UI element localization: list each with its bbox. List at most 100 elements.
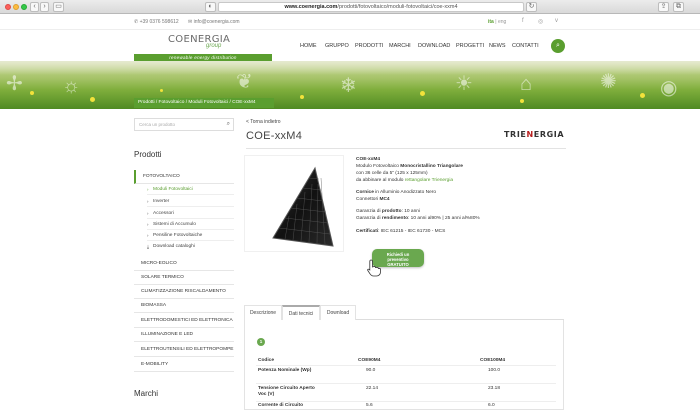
search-icon[interactable]: ⌕ xyxy=(551,39,565,53)
lang-eng[interactable]: eng xyxy=(498,19,506,25)
chevron-right-icon: › xyxy=(147,199,149,204)
forward-arrow-icon[interactable]: › xyxy=(40,2,49,12)
sidebar-sub-moduli[interactable]: › Moduli Fotovoltaici xyxy=(147,184,234,195)
sidebar-item-e-mobility[interactable]: E-MOBILITY xyxy=(134,358,234,372)
sidebar-item-fotovoltaico[interactable]: FOTOVOLTAICO xyxy=(134,170,234,184)
brand-part: TRIE xyxy=(504,130,527,139)
nav-gruppo[interactable]: GRUPPO xyxy=(325,43,349,49)
desc-text: in Alluminio Anodizzato Nero xyxy=(373,190,437,195)
reload-icon[interactable]: ↻ xyxy=(526,2,537,12)
url-path: /prodotti/fotovoltaico/moduli-fotovoltai… xyxy=(337,4,458,10)
logo-group: group xyxy=(206,43,222,49)
email-text: info@coenergia.com xyxy=(193,19,240,25)
sidebar-item-micro-eolico[interactable]: MICRO-EOLICO xyxy=(134,257,234,271)
hero-banner: ✢ ☼ ❦ ❄ ☀ ⌂ ✺ ◉ xyxy=(0,61,700,109)
nav-news[interactable]: NEWS xyxy=(489,43,506,49)
minimize-window-button[interactable] xyxy=(13,4,19,10)
row-value-1: 90.0 xyxy=(366,368,376,373)
brand-part: ERGIA xyxy=(533,130,565,139)
row-value-1: 5.6 xyxy=(366,403,373,408)
lang-ita[interactable]: ita xyxy=(488,19,494,25)
tabs-overview-icon[interactable]: ⧉ xyxy=(673,2,684,12)
desc-text: Garanzia di xyxy=(356,209,382,214)
sidebar-sub-pensiline[interactable]: › Pensiline Fotovoltaiche xyxy=(147,230,234,241)
sidebar-sub-download[interactable]: ⤓ Download cataloghi xyxy=(147,241,234,252)
nav-home[interactable]: HOME xyxy=(300,43,317,49)
search-icon[interactable]: ⌕ xyxy=(227,119,230,130)
top-info-bar: ✆ +39 0376 598612 ✉ info@coenergia.com i… xyxy=(0,14,700,30)
flower-decoration xyxy=(640,93,645,98)
tab-dati-tecnici[interactable]: Dati tecnici xyxy=(282,305,320,320)
flower-decoration xyxy=(520,99,524,103)
chevron-right-icon: › xyxy=(147,222,149,227)
flower-decoration xyxy=(160,89,163,92)
email-link[interactable]: ✉ info@coenergia.com xyxy=(188,19,240,25)
sidebar-sub-accessori[interactable]: › Accessori xyxy=(147,208,234,219)
trienergia-logo: TRIENERGIA xyxy=(504,130,566,142)
chevron-right-icon: › xyxy=(147,211,149,216)
sidebar-toggle-icon[interactable]: ▭ xyxy=(53,2,64,12)
lang-separator: | xyxy=(495,19,497,25)
chevron-right-icon: › xyxy=(147,187,149,192)
desc-text: Modulo Fotovoltaico xyxy=(356,164,401,169)
phone-number[interactable]: ✆ +39 0376 598612 xyxy=(134,19,179,25)
zoom-window-button[interactable] xyxy=(21,4,27,10)
house-icon: ⌂ xyxy=(520,73,533,95)
desc-line3: da abbinare al modulo rettangolare Trien… xyxy=(356,178,453,183)
sidebar-item-climatizzazione[interactable]: CLIMATIZZAZIONE RISCALDAMENTO xyxy=(134,285,234,299)
desc-connettori: Connettori MC4 xyxy=(356,197,390,202)
vimeo-icon[interactable]: v xyxy=(555,18,558,24)
sidebar-item-biomassa[interactable]: BIOMASSA xyxy=(134,299,234,313)
sidebar-item-elettrodomestici[interactable]: ELETTRODOMESTICI ED ELETTRONICA xyxy=(134,314,234,328)
back-arrow-icon[interactable]: ‹ xyxy=(30,2,39,12)
share-icon[interactable]: ⇪ xyxy=(658,2,669,12)
desc-bold: Monocristallino Triangolare xyxy=(400,164,463,169)
desc-garanzia-rendimento: Garanzia di rendimento: 10 anni al90% | … xyxy=(356,216,480,221)
back-link[interactable]: < Torna indietro xyxy=(246,119,281,125)
facebook-icon[interactable]: f xyxy=(522,18,524,24)
sidebar-item-elettroutensili[interactable]: ELETTROUTENSILI ED ELETTROPOMPE xyxy=(134,343,234,357)
sidebar-item-solare-termico[interactable]: SOLARE TERMICO xyxy=(134,271,234,285)
row-label: Potenza Nominale (Wp) xyxy=(258,368,312,373)
wind-turbine-icon: ✢ xyxy=(6,73,23,95)
product-tabs: Descrizione Dati tecnici Download xyxy=(244,305,564,320)
tab-descrizione[interactable]: Descrizione xyxy=(244,305,282,320)
browser-toolbar: ‹ › ▭ ◐ www.coenergia.com/prodotti/fotov… xyxy=(0,0,700,14)
breadcrumb[interactable]: Prodotti / Fotovoltaico / Moduli Fotovol… xyxy=(134,98,274,108)
sub-label: Download cataloghi xyxy=(153,244,195,249)
row-value-2: 100.0 xyxy=(488,368,501,373)
sub-label: Inverter xyxy=(153,199,170,204)
nav-prodotti[interactable]: PRODOTTI xyxy=(355,43,383,49)
nav-marchi[interactable]: MARCHI xyxy=(389,43,411,49)
row-label: Corrente di Circuito xyxy=(258,403,304,408)
desc-text: Connettori xyxy=(356,197,380,202)
sidebar-item-illuminazione[interactable]: ILLUMINAZIONE E LED xyxy=(134,328,234,342)
flame-icon: ✺ xyxy=(600,71,617,93)
product-image[interactable] xyxy=(244,155,344,252)
leaf-icon: ❦ xyxy=(236,71,253,93)
coenergia-logo[interactable]: COENERGIA group xyxy=(168,34,230,54)
rectangular-module-link[interactable]: rettangolare Trienergia xyxy=(405,178,453,183)
desc-text: : IEC 61215 - IEC 61730 - MCS xyxy=(378,229,446,234)
desc-text: : 10 anni xyxy=(401,209,420,214)
nav-download[interactable]: DOWNLOAD xyxy=(418,43,450,49)
desc-bold: Certificati xyxy=(356,229,379,234)
tab-download[interactable]: Download xyxy=(320,305,356,320)
sidebar-sub-inverter[interactable]: › Inverter xyxy=(147,196,234,207)
close-window-button[interactable] xyxy=(5,4,11,10)
address-bar[interactable]: www.coenergia.com/prodotti/fotovoltaico/… xyxy=(218,2,524,12)
nav-progetti[interactable]: PROGETTI xyxy=(456,43,484,49)
instagram-icon[interactable]: ◎ xyxy=(538,18,543,25)
row-value-1: 22.14 xyxy=(366,386,379,391)
row-label: Tensione Circuito Aperto Voc (V) xyxy=(258,386,315,397)
page-title: COE-xxM4 xyxy=(246,130,303,142)
col-header-coe100m4: COE100M4 xyxy=(480,358,506,363)
privacy-shield-icon[interactable]: ◐ xyxy=(205,2,216,12)
pointing-hand-icon xyxy=(367,259,381,277)
product-search-input[interactable]: Cerca un prodotto ⌕ xyxy=(134,118,234,131)
desc-bold: MC4 xyxy=(379,197,390,202)
sidebar-heading-marchi: Marchi xyxy=(134,389,159,398)
nav-contatti[interactable]: CONTATTI xyxy=(512,43,539,49)
desc-text: : 10 anni al90% | 25 anni al%80% xyxy=(408,216,480,221)
sidebar-sub-accumulo[interactable]: › Sistemi di Accumulo xyxy=(147,219,234,230)
